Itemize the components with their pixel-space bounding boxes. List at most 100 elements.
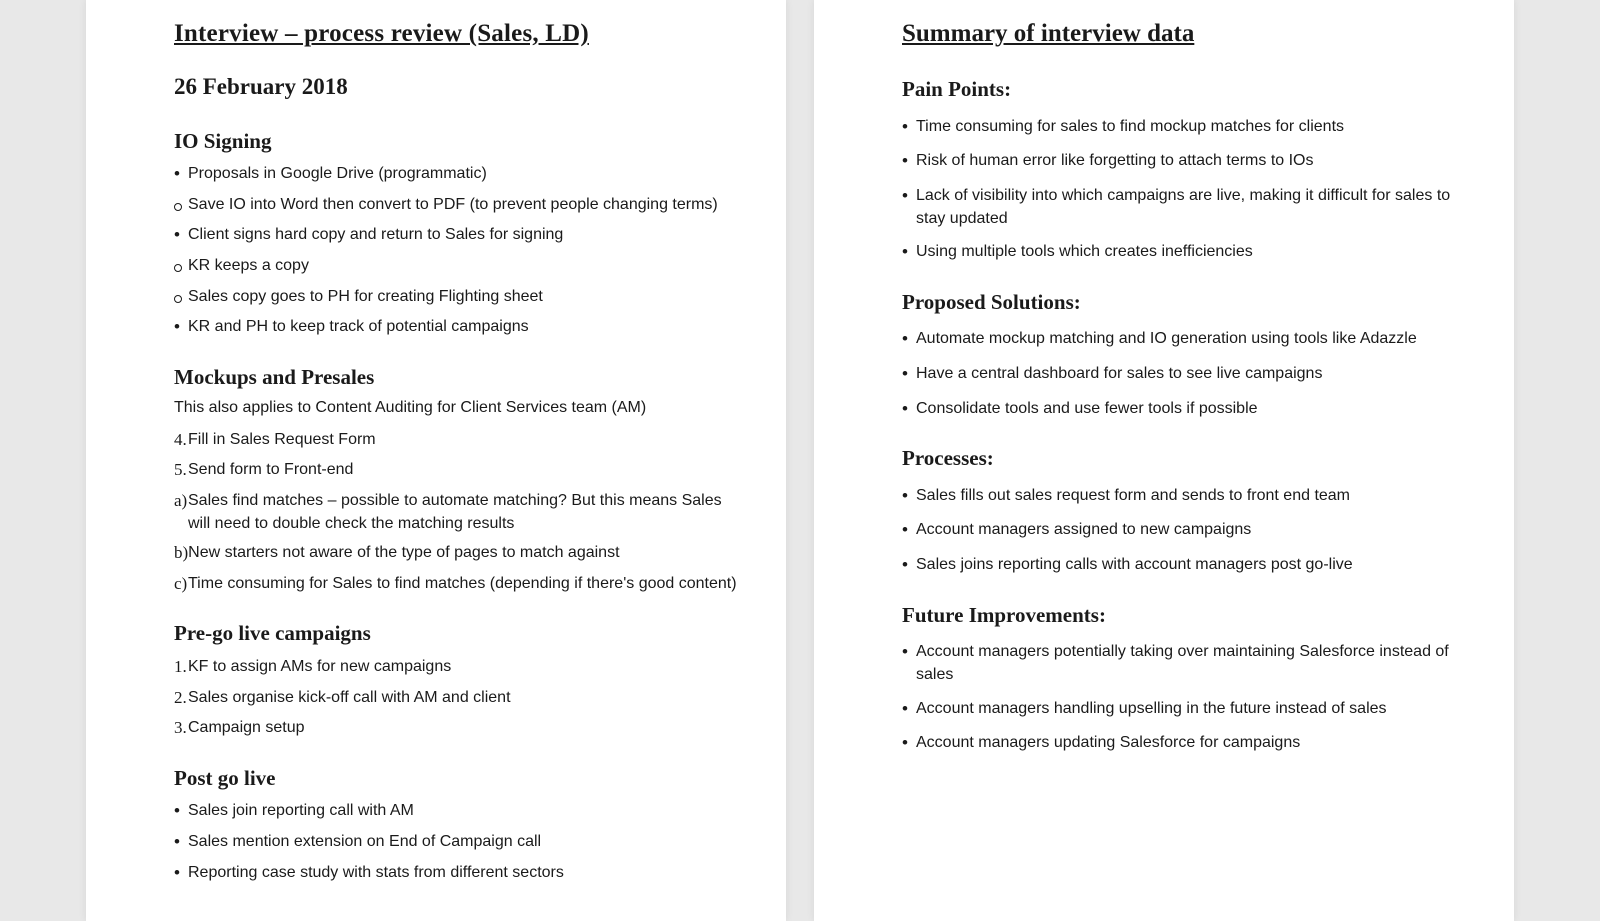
list-item: Campaign setup (174, 716, 742, 741)
io-sublist-2: KR keeps a copy Sales copy goes to PH fo… (174, 254, 742, 309)
list-item: Account managers potentially taking over… (902, 640, 1470, 686)
bullet-icon (174, 223, 188, 248)
alpha-marker (174, 541, 188, 566)
list-item: KF to assign AMs for new campaigns (174, 655, 742, 680)
section-heading-post: Post go live (174, 763, 742, 793)
bullet-icon (174, 162, 188, 187)
number-marker (174, 716, 188, 741)
list-item-text: Risk of human error like forgetting to a… (916, 149, 1470, 172)
section-heading-solutions: Proposed Solutions: (902, 287, 1470, 317)
section-heading-io: IO Signing (174, 126, 742, 156)
list-item: Risk of human error like forgetting to a… (902, 149, 1470, 174)
list-item-text: Automate mockup matching and IO generati… (916, 327, 1470, 350)
section-heading-mockups: Mockups and Presales (174, 362, 742, 392)
list-item-text: Time consuming for Sales to find matches… (188, 572, 742, 595)
list-item-text: Time consuming for sales to find mockup … (916, 115, 1470, 138)
open-bullet-icon (174, 195, 188, 220)
list-item-text: Sales organise kick-off call with AM and… (188, 686, 742, 709)
page-right: Summary of interview data Pain Points: T… (814, 0, 1514, 921)
list-item-text: Sales joins reporting calls with account… (916, 553, 1470, 576)
list-item-text: Fill in Sales Request Form (188, 428, 742, 451)
list-item-text: Account managers handling upselling in t… (916, 697, 1470, 720)
pre-ordered-list: KF to assign AMs for new campaigns Sales… (174, 655, 742, 741)
solutions-list: Automate mockup matching and IO generati… (902, 327, 1470, 421)
list-item: Have a central dashboard for sales to se… (902, 362, 1470, 387)
list-item: Fill in Sales Request Form (174, 428, 742, 453)
list-item-text: Account managers potentially taking over… (916, 640, 1470, 686)
list-item-text: Using multiple tools which creates ineff… (916, 240, 1470, 263)
alpha-marker (174, 572, 188, 597)
list-item: Using multiple tools which creates ineff… (902, 240, 1470, 265)
list-item-text: Sales join reporting call with AM (188, 799, 742, 822)
list-item: New starters not aware of the type of pa… (174, 541, 742, 566)
pain-list: Time consuming for sales to find mockup … (902, 115, 1470, 265)
mockups-ordered-list: Fill in Sales Request Form Send form to … (174, 428, 742, 483)
bullet-icon (902, 553, 916, 578)
bullet-icon (902, 731, 916, 756)
list-item: Lack of visibility into which campaigns … (902, 184, 1470, 230)
bullet-icon (174, 315, 188, 340)
io-sublist-1: Save IO into Word then convert to PDF (t… (174, 193, 742, 218)
list-item: Send form to Front-end (174, 458, 742, 483)
bullet-icon (174, 861, 188, 886)
list-item: Automate mockup matching and IO generati… (902, 327, 1470, 352)
list-item-text: Campaign setup (188, 716, 742, 739)
page-title-left: Interview – process review (Sales, LD) (174, 16, 742, 52)
bullet-icon (902, 149, 916, 174)
future-list: Account managers potentially taking over… (902, 640, 1470, 756)
mockups-alpha-list: Sales find matches – possible to automat… (174, 489, 742, 597)
section-heading-pain: Pain Points: (902, 74, 1470, 104)
number-marker (174, 428, 188, 453)
list-item: Sales organise kick-off call with AM and… (174, 686, 742, 711)
section-heading-processes: Processes: (902, 443, 1470, 473)
list-item-text: KR keeps a copy (188, 254, 742, 277)
list-item: Sales mention extension on End of Campai… (174, 830, 742, 855)
list-item-text: KR and PH to keep track of potential cam… (188, 315, 742, 338)
bullet-icon (902, 240, 916, 265)
list-item-text: Sales mention extension on End of Campai… (188, 830, 742, 853)
list-item: Sales fills out sales request form and s… (902, 484, 1470, 509)
number-marker (174, 686, 188, 711)
list-item-text: Consolidate tools and use fewer tools if… (916, 397, 1470, 420)
document-date: 26 February 2018 (174, 70, 742, 103)
list-item-text: Save IO into Word then convert to PDF (t… (188, 193, 742, 216)
list-item-text: KF to assign AMs for new campaigns (188, 655, 742, 678)
bullet-icon (902, 115, 916, 140)
bullet-icon (902, 484, 916, 509)
section-heading-pre: Pre-go live campaigns (174, 618, 742, 648)
list-item-text: Send form to Front-end (188, 458, 742, 481)
list-item-text: Sales find matches – possible to automat… (188, 489, 742, 535)
io-list: Proposals in Google Drive (programmatic) (174, 162, 742, 187)
number-marker (174, 655, 188, 680)
open-bullet-icon (174, 287, 188, 312)
alpha-marker (174, 489, 188, 514)
page-left: Interview – process review (Sales, LD) 2… (86, 0, 786, 921)
list-item: Account managers handling upselling in t… (902, 697, 1470, 722)
bullet-icon (174, 799, 188, 824)
list-item-text: Sales fills out sales request form and s… (916, 484, 1470, 507)
list-item: Client signs hard copy and return to Sal… (174, 223, 742, 248)
bullet-icon (902, 640, 916, 665)
list-item: Proposals in Google Drive (programmatic) (174, 162, 742, 187)
post-list: Sales join reporting call with AM Sales … (174, 799, 742, 885)
list-item: KR and PH to keep track of potential cam… (174, 315, 742, 340)
list-item: Time consuming for Sales to find matches… (174, 572, 742, 597)
bullet-icon (902, 697, 916, 722)
list-item-text: Account managers updating Salesforce for… (916, 731, 1470, 754)
list-item: Reporting case study with stats from dif… (174, 861, 742, 886)
list-item-text: Sales copy goes to PH for creating Fligh… (188, 285, 742, 308)
page-title-right: Summary of interview data (902, 16, 1470, 52)
bullet-icon (902, 327, 916, 352)
list-item-text: Proposals in Google Drive (programmatic) (188, 162, 742, 185)
bullet-icon (174, 830, 188, 855)
list-item: Save IO into Word then convert to PDF (t… (174, 193, 742, 218)
number-marker (174, 458, 188, 483)
document-spread: Interview – process review (Sales, LD) 2… (0, 0, 1600, 921)
section-heading-future: Future Improvements: (902, 600, 1470, 630)
processes-list: Sales fills out sales request form and s… (902, 484, 1470, 578)
bullet-icon (902, 362, 916, 387)
list-item: Sales copy goes to PH for creating Fligh… (174, 285, 742, 310)
list-item: Sales joins reporting calls with account… (902, 553, 1470, 578)
list-item-text: Account managers assigned to new campaig… (916, 518, 1470, 541)
list-item-text: New starters not aware of the type of pa… (188, 541, 742, 564)
